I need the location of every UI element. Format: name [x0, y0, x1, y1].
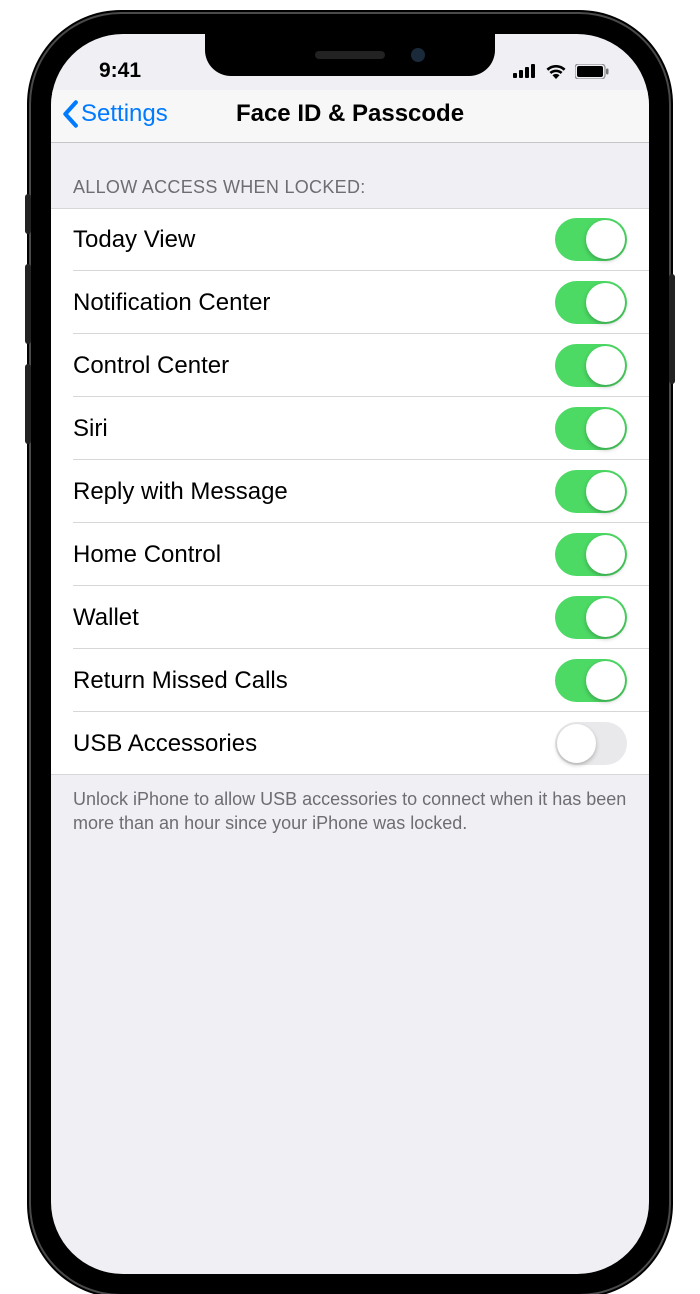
item-label: Reply with Message — [73, 478, 288, 506]
switch-knob — [557, 724, 596, 763]
nav-bar: Settings Face ID & Passcode — [51, 90, 649, 143]
volume-down-button — [25, 364, 31, 444]
status-icons — [513, 63, 609, 79]
battery-icon — [575, 64, 609, 79]
toggle-switch[interactable] — [555, 281, 627, 324]
mute-switch — [25, 194, 31, 234]
screen: 9:41 — [51, 34, 649, 1274]
switch-knob — [586, 661, 625, 700]
switch-knob — [586, 220, 625, 259]
section-header: ALLOW ACCESS WHEN LOCKED: — [51, 143, 649, 208]
phone-frame: 9:41 — [31, 14, 669, 1294]
list-item: Today View — [51, 208, 649, 271]
switch-knob — [586, 283, 625, 322]
toggle-switch[interactable] — [555, 470, 627, 513]
toggle-switch[interactable] — [555, 218, 627, 261]
switch-knob — [586, 409, 625, 448]
cellular-icon — [513, 64, 537, 78]
wifi-icon — [545, 63, 567, 79]
list-item: Home Control — [51, 523, 649, 586]
list-item: Reply with Message — [51, 460, 649, 523]
item-label: Home Control — [73, 541, 221, 569]
switch-knob — [586, 598, 625, 637]
toggle-switch[interactable] — [555, 533, 627, 576]
list-item: Control Center — [51, 334, 649, 397]
switch-knob — [586, 346, 625, 385]
switch-knob — [586, 472, 625, 511]
toggle-switch[interactable] — [555, 344, 627, 387]
speaker — [315, 51, 385, 59]
list-item: USB Accessories — [51, 712, 649, 775]
section-footer: Unlock iPhone to allow USB accessories t… — [51, 775, 649, 848]
settings-list: Today View Notification Center Control Cen… — [51, 208, 649, 775]
item-label: Return Missed Calls — [73, 667, 288, 695]
back-label: Settings — [81, 100, 168, 128]
item-label: Today View — [73, 226, 195, 254]
notch — [205, 34, 495, 76]
item-label: Siri — [73, 415, 108, 443]
toggle-switch[interactable] — [555, 407, 627, 450]
page-title: Face ID & Passcode — [236, 100, 464, 128]
toggle-switch[interactable] — [555, 722, 627, 765]
volume-up-button — [25, 264, 31, 344]
toggle-switch[interactable] — [555, 596, 627, 639]
status-time: 9:41 — [99, 59, 141, 83]
item-label: USB Accessories — [73, 730, 257, 758]
toggle-switch[interactable] — [555, 659, 627, 702]
item-label: Wallet — [73, 604, 139, 632]
chevron-left-icon — [61, 100, 79, 128]
side-button — [669, 274, 675, 384]
back-button[interactable]: Settings — [61, 100, 168, 128]
list-item: Wallet — [51, 586, 649, 649]
item-label: Notification Center — [73, 289, 270, 317]
list-item: Notification Center — [51, 271, 649, 334]
switch-knob — [586, 535, 625, 574]
list-item: Siri — [51, 397, 649, 460]
list-item: Return Missed Calls — [51, 649, 649, 712]
item-label: Control Center — [73, 352, 229, 380]
front-camera — [411, 48, 425, 62]
